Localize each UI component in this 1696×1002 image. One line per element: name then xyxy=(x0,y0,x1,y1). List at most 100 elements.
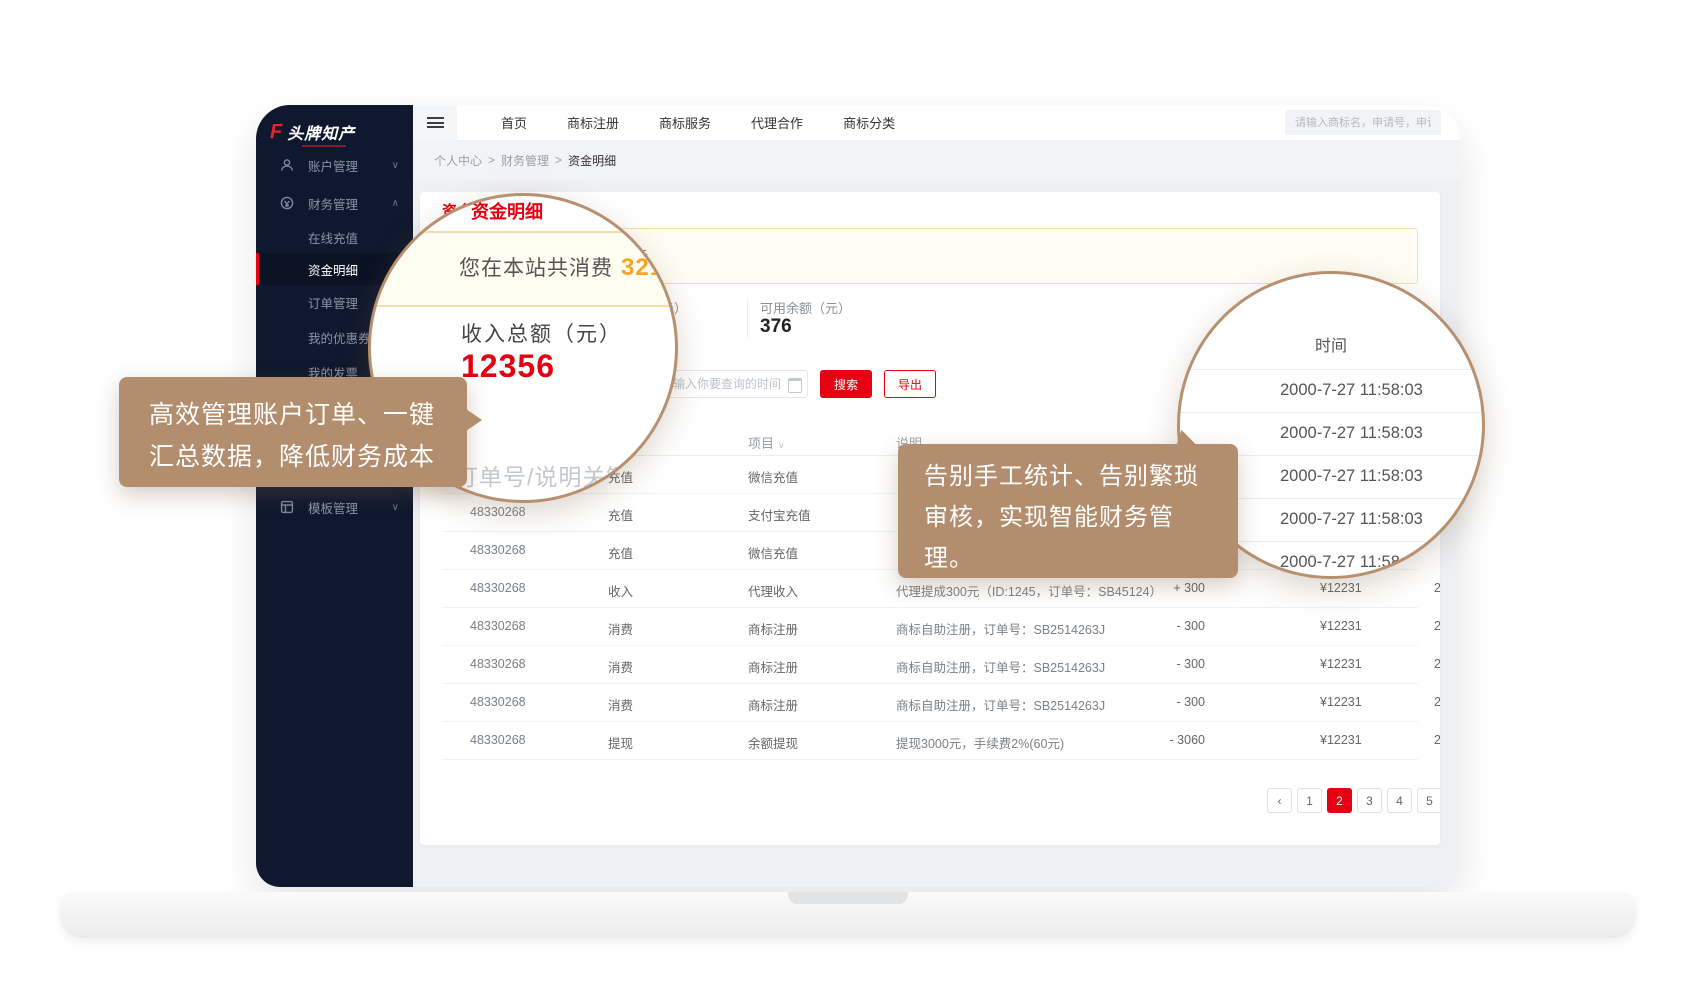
cell-project: 商标注册 xyxy=(748,695,798,714)
cell-desc: 商标自助注册，订单号：SB2514263J xyxy=(896,695,1105,714)
nav-item-home[interactable]: 首页 xyxy=(501,113,527,132)
logo: F 头牌知产 xyxy=(270,117,410,147)
sort-icon: ∨ xyxy=(778,440,785,450)
cell-order: 48330268 xyxy=(470,695,526,709)
cell-time: 2000-7-27 11:58:03 xyxy=(1434,581,1440,595)
balance-label: 可用余额（元） xyxy=(760,298,851,317)
cell-project: 商标注册 xyxy=(748,657,798,676)
cell-time: 2000-7-27 11:58:03 xyxy=(1434,619,1440,633)
cell-balance: ¥12231 xyxy=(1320,657,1362,671)
callout-left: 高效管理账户订单、一键 汇总数据，降低财务成本 xyxy=(119,377,467,487)
cell-project: 余额提现 xyxy=(748,733,798,752)
breadcrumb-item[interactable]: 财务管理 xyxy=(501,152,549,169)
breadcrumb-item[interactable]: 个人中心 xyxy=(434,152,482,169)
callout-text: 高效管理账户订单、一键 xyxy=(149,395,435,431)
sidebar-item-label: 财务管理 xyxy=(308,194,358,213)
logo-text: 头牌知产 xyxy=(287,120,355,144)
cell-time: 2000-7-27 11:58:03 xyxy=(1434,695,1440,709)
page-button-3[interactable]: 3 xyxy=(1357,788,1382,813)
cell-amount: + 300 xyxy=(1120,581,1205,595)
nav-item-trademark-service[interactable]: 商标服务 xyxy=(659,113,711,132)
search-button[interactable]: 搜索 xyxy=(820,370,872,398)
sidebar-item-finance[interactable]: 财务管理 ∧ xyxy=(256,189,413,217)
chevron-up-icon: ∧ xyxy=(392,198,399,209)
menu-toggle[interactable] xyxy=(413,105,457,140)
top-nav: 首页 商标注册 商标服务 代理合作 商标分类 xyxy=(501,113,895,132)
page-button-4[interactable]: 4 xyxy=(1387,788,1412,813)
sidebar-item-label: 模板管理 xyxy=(308,498,358,517)
table-row[interactable]: 48330268 消费 商标注册 商标自助注册，订单号：SB2514263J -… xyxy=(442,607,1418,646)
user-icon xyxy=(280,158,294,172)
magnified-banner-amount: 32124 xyxy=(621,254,678,281)
pagination: ‹ 1 2 3 4 5 xyxy=(1267,788,1440,813)
cell-order: 48330268 xyxy=(470,581,526,595)
sidebar-item-label: 订单管理 xyxy=(308,293,358,312)
sidebar-item-templates[interactable]: 模板管理 ∨ xyxy=(256,493,413,521)
cell-project: 微信充值 xyxy=(748,467,798,486)
cell-order: 48330268 xyxy=(470,657,526,671)
callout-text: 汇总数据，降低财务成本 xyxy=(149,437,435,473)
magnified-time-row: 2000-7-27 11:58:03 xyxy=(1180,369,1482,413)
breadcrumb-separator: > xyxy=(488,153,495,167)
cell-amount: - 300 xyxy=(1120,657,1205,671)
cell-type: 收入 xyxy=(608,581,633,600)
cell-type: 消费 xyxy=(608,695,633,714)
cell-time: 2000-7-27 11:58:03 xyxy=(1434,733,1440,747)
laptop-base-notch xyxy=(788,892,908,904)
search-input[interactable] xyxy=(1285,110,1441,135)
breadcrumb-separator: > xyxy=(555,153,562,167)
sidebar-item-label: 资金明细 xyxy=(308,260,358,279)
cell-order: 48330268 xyxy=(470,505,526,519)
magnified-keyword-placeholder: 订单号/说明关键字 xyxy=(455,458,654,492)
page-button-1[interactable]: 1 xyxy=(1297,788,1322,813)
breadcrumb-bar: 个人中心 > 财务管理 > 资金明细 xyxy=(413,140,1460,180)
page-prev-button[interactable]: ‹ xyxy=(1267,788,1292,813)
callout-text: 审核，实现智能财务管 xyxy=(924,497,1174,532)
cell-desc: 提现3000元，手续费2%(60元) xyxy=(896,733,1064,752)
sidebar-item-account[interactable]: 账户管理 ∨ xyxy=(256,151,413,179)
balance-value: 376 xyxy=(760,316,792,338)
cell-balance: ¥12231 xyxy=(1320,733,1362,747)
cell-amount: - 300 xyxy=(1120,695,1205,709)
table-row[interactable]: 48330268 消费 商标注册 商标自助注册，订单号：SB2514263J -… xyxy=(442,683,1418,722)
table-row[interactable]: 48330268 提现 余额提现 提现3000元，手续费2%(60元) - 30… xyxy=(442,721,1418,760)
magnified-income-label: 收入总额（元） xyxy=(461,318,622,348)
topbar: 首页 商标注册 商标服务 代理合作 商标分类 xyxy=(457,105,1460,140)
stats-divider xyxy=(747,300,748,338)
col-project[interactable]: 项目∨ xyxy=(748,433,785,452)
page: F 头牌知产 账户管理 ∨ 财务管理 ∧ 在线充值 资金明细 订单管理 xyxy=(0,0,1696,1002)
chevron-down-icon: ∨ xyxy=(392,502,399,513)
nav-item-trademark-category[interactable]: 商标分类 xyxy=(843,113,895,132)
nav-item-agency[interactable]: 代理合作 xyxy=(751,113,803,132)
cell-type: 提现 xyxy=(608,733,633,752)
cell-type: 消费 xyxy=(608,619,633,638)
magnified-time-header: 时间 xyxy=(1180,324,1482,370)
page-button-5[interactable]: 5 xyxy=(1417,788,1440,813)
sidebar-item-label: 账户管理 xyxy=(308,156,358,175)
cell-time: 2000-7-27 11:58:03 xyxy=(1434,657,1440,671)
template-icon xyxy=(280,500,294,514)
cell-amount: - 3060 xyxy=(1120,733,1205,747)
calendar-icon[interactable] xyxy=(788,378,802,393)
sidebar-item-label: 我的优惠券 xyxy=(308,328,371,347)
logo-icon: F xyxy=(270,121,282,144)
cell-order: 48330268 xyxy=(470,733,526,747)
hamburger-icon xyxy=(427,115,444,131)
cell-project: 代理收入 xyxy=(748,581,798,600)
cell-desc: 商标自助注册，订单号：SB2514263J xyxy=(896,619,1105,638)
magnified-banner-text: 您在本站共消费32124 xyxy=(459,252,678,282)
cell-balance: ¥12231 xyxy=(1320,695,1362,709)
chevron-down-icon: ∨ xyxy=(392,160,399,171)
cell-type: 充值 xyxy=(608,543,633,562)
callout-text: 告别手工统计、告别繁琐 xyxy=(924,456,1199,491)
nav-item-trademark-register[interactable]: 商标注册 xyxy=(567,113,619,132)
cell-type: 消费 xyxy=(608,657,633,676)
cell-order: 48330268 xyxy=(470,543,526,557)
table-row[interactable]: 48330268 消费 商标注册 商标自助注册，订单号：SB2514263J -… xyxy=(442,645,1418,684)
page-button-2-active[interactable]: 2 xyxy=(1327,788,1352,813)
cell-project: 商标注册 xyxy=(748,619,798,638)
callout-right: 告别手工统计、告别繁琐 审核，实现智能财务管 理。 xyxy=(898,444,1238,578)
wallet-icon xyxy=(280,196,294,210)
export-button[interactable]: 导出 xyxy=(884,370,936,398)
cell-balance: ¥12231 xyxy=(1320,619,1362,633)
